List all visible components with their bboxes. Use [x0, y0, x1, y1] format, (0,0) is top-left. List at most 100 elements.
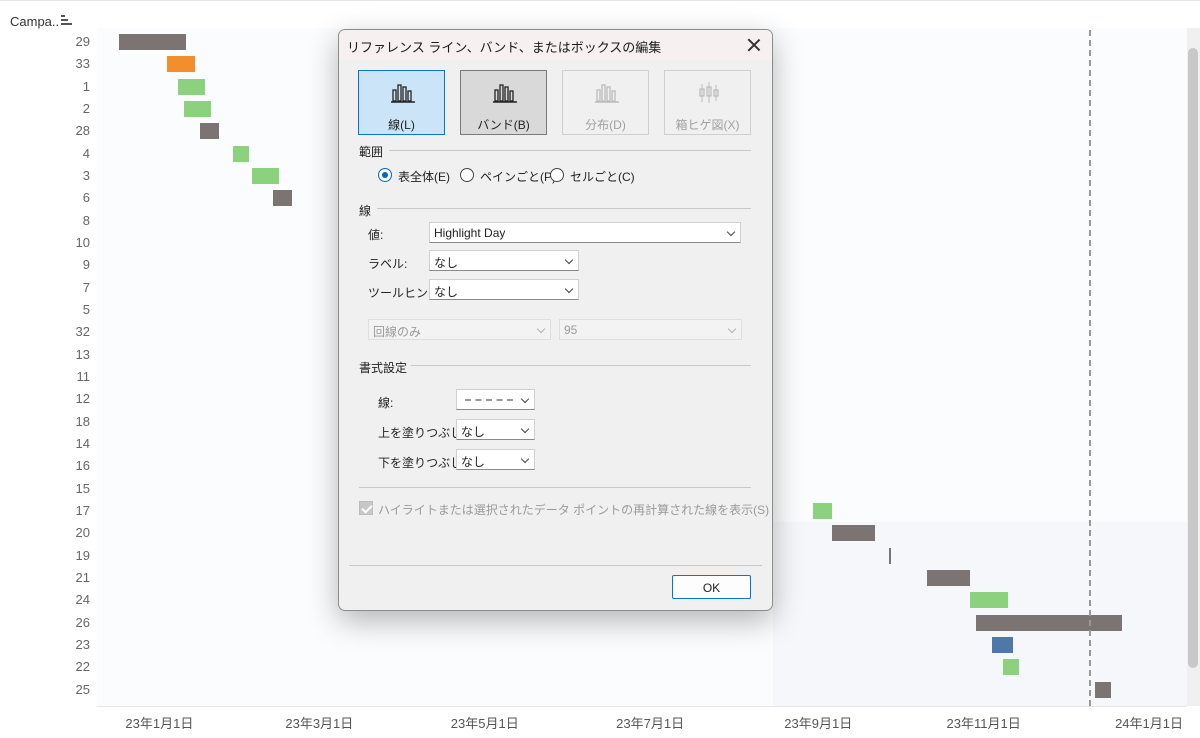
- confidence-dropdown[interactable]: 95: [559, 319, 742, 340]
- gantt-bar[interactable]: [251, 167, 279, 184]
- interval-dropdown[interactable]: 回線のみ: [368, 319, 551, 340]
- row-label: 25: [75, 681, 90, 697]
- row-label: 32: [75, 324, 90, 340]
- row-label: 13: [75, 346, 90, 362]
- ok-button[interactable]: OK: [672, 575, 751, 599]
- reference-line-icon: [391, 84, 415, 103]
- tooltip-dropdown[interactable]: なし: [429, 279, 579, 300]
- scope-section-label: 範囲: [359, 145, 384, 159]
- gantt-bar[interactable]: [232, 145, 249, 162]
- field-title[interactable]: Campa..: [10, 14, 59, 29]
- chevron-down-icon: [536, 324, 546, 334]
- checkbox-divider: [359, 487, 751, 488]
- chevron-down-icon: [520, 424, 530, 434]
- row-label: 16: [75, 458, 90, 474]
- row-label: 28: [75, 123, 90, 139]
- gantt-bar[interactable]: [926, 569, 971, 586]
- top-border: [0, 0, 1200, 1]
- gantt-bar[interactable]: [167, 56, 195, 73]
- line-style-dropdown[interactable]: [456, 389, 535, 410]
- value-dropdown-value: Highlight Day: [434, 226, 506, 240]
- ok-button-label: OK: [702, 581, 721, 595]
- sort-descending-icon[interactable]: [61, 15, 73, 27]
- band-type-button[interactable]: バンド(B): [460, 70, 547, 135]
- confidence-dropdown-value: 95: [564, 323, 578, 337]
- x-tick-label: 23年1月1日: [125, 716, 194, 731]
- gantt-bar[interactable]: [991, 636, 1014, 653]
- recalc-checkbox[interactable]: [359, 501, 373, 515]
- gantt-bar[interactable]: [118, 34, 187, 50]
- fill-below-label: 下を塗りつぶし:: [378, 456, 466, 470]
- chevron-down-icon: [564, 284, 574, 294]
- scope-section-divider: [389, 150, 751, 151]
- fill-above-dropdown[interactable]: なし: [456, 419, 535, 440]
- row-label: 2: [82, 100, 90, 116]
- scrollbar-thumb[interactable]: [1188, 48, 1198, 668]
- x-axis-line: [97, 706, 1187, 707]
- row-label: 11: [76, 368, 91, 384]
- gantt-bar[interactable]: [183, 100, 211, 117]
- row-label: 7: [82, 279, 90, 295]
- x-tick-label: 23年9月1日: [784, 716, 853, 731]
- dialog-title: リファレンス ライン、バンド、またはボックスの編集: [347, 40, 662, 55]
- fill-above-label: 上を塗りつぶし:: [378, 426, 466, 440]
- gantt-bar[interactable]: [970, 592, 1009, 609]
- gantt-bar[interactable]: [1002, 659, 1019, 676]
- chevron-down-icon: [726, 227, 736, 237]
- row-label: 17: [75, 502, 90, 518]
- distribution-type-button[interactable]: 分布(D): [562, 70, 649, 135]
- footer-divider: [349, 565, 762, 566]
- interval-dropdown-value: 回線のみ: [373, 325, 422, 339]
- gantt-bar[interactable]: [888, 547, 892, 564]
- gantt-bar[interactable]: [200, 123, 219, 140]
- row-label: 14: [75, 435, 90, 451]
- row-label: 1: [82, 78, 90, 94]
- row-label: 23: [75, 636, 90, 652]
- tooltip-dropdown-value: なし: [434, 285, 459, 299]
- radio-label: 表全体(E): [398, 170, 450, 184]
- recalc-checkbox-label: ハイライトまたは選択されたデータ ポイントの再計算された線を表示(S): [378, 503, 770, 517]
- x-tick-label: 23年7月1日: [616, 716, 685, 731]
- reference-band-icon: [493, 84, 517, 103]
- radio-label: セルごと(C): [570, 170, 635, 184]
- row-label: 4: [82, 145, 90, 161]
- dashed-line-sample: [465, 399, 513, 401]
- row-label: 22: [75, 659, 90, 675]
- line-type-label: 線(L): [388, 118, 415, 132]
- x-tick-label: 23年3月1日: [285, 716, 354, 731]
- chevron-down-icon: [520, 394, 530, 404]
- value-dropdown[interactable]: Highlight Day: [429, 222, 741, 243]
- line-type-button[interactable]: 線(L): [358, 70, 445, 135]
- distribution-icon: [595, 84, 619, 103]
- fill-below-dropdown[interactable]: なし: [456, 449, 535, 470]
- row-label: 20: [75, 525, 90, 541]
- reference-line[interactable]: [1089, 30, 1092, 706]
- box-plot-icon: [699, 82, 719, 103]
- row-label: 15: [75, 480, 90, 496]
- row-label: 19: [75, 547, 90, 563]
- close-icon[interactable]: [744, 35, 764, 55]
- fill-below-value: なし: [461, 455, 486, 469]
- boxplot-type-label: 箱ヒゲ図(X): [675, 118, 740, 132]
- x-tick-label: 23年11月1日: [946, 716, 1021, 731]
- gantt-bar[interactable]: [975, 614, 1122, 631]
- line-section-label: 線: [359, 204, 372, 218]
- row-label: 8: [82, 212, 90, 228]
- edit-reference-line-dialog: リファレンス ライン、バンド、またはボックスの編集 線(L) バンド(B) 分布…: [338, 29, 773, 611]
- x-tick-label: 23年5月1日: [450, 716, 519, 731]
- chevron-down-icon: [520, 454, 530, 464]
- label-dropdown-value: なし: [434, 256, 459, 270]
- gantt-bar[interactable]: [178, 78, 206, 95]
- gantt-bar[interactable]: [273, 190, 293, 207]
- gantt-bar[interactable]: [831, 525, 876, 542]
- boxplot-type-button[interactable]: 箱ヒゲ図(X): [664, 70, 751, 135]
- label-field-label: ラベル:: [368, 257, 408, 271]
- gantt-bar[interactable]: [812, 502, 832, 519]
- label-dropdown[interactable]: なし: [429, 250, 579, 271]
- row-label: 10: [75, 234, 90, 250]
- row-label: 33: [75, 56, 90, 72]
- row-label: 18: [75, 413, 90, 429]
- gantt-bar[interactable]: [1094, 681, 1112, 698]
- radio-dot: [550, 168, 564, 182]
- line-style-label: 線:: [378, 396, 394, 410]
